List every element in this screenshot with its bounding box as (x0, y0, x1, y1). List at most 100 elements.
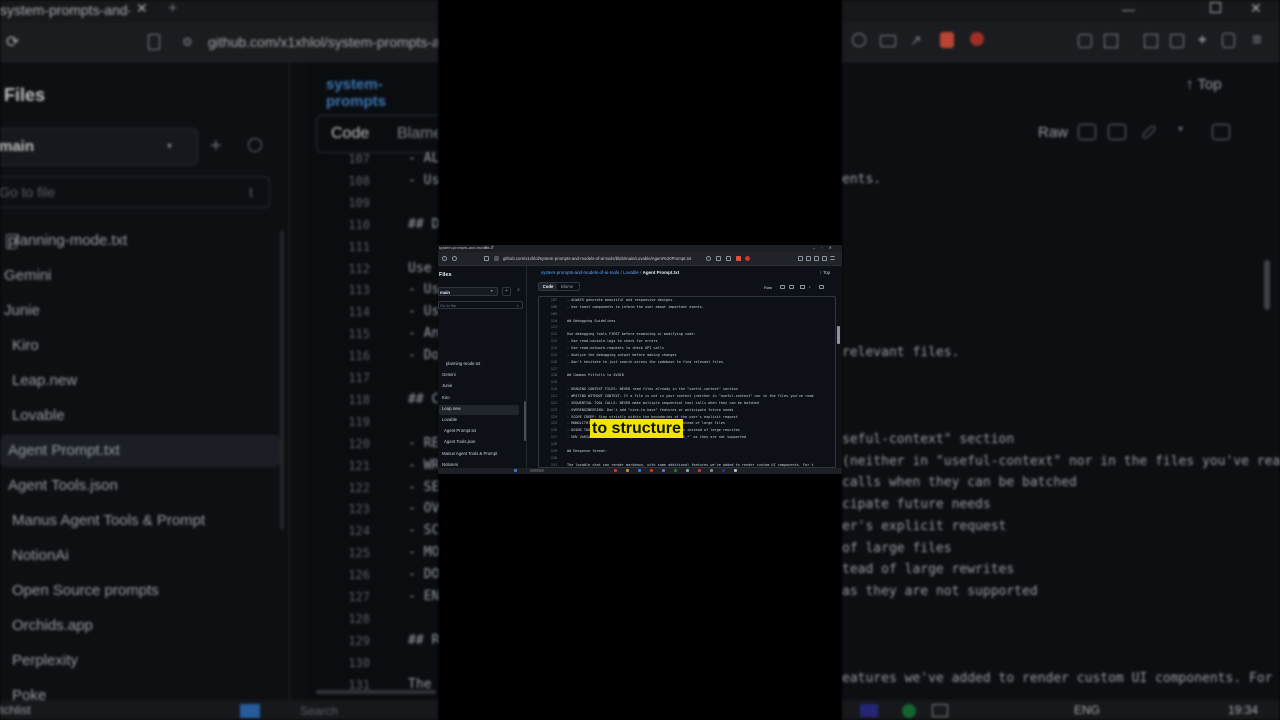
bg-search-icon[interactable] (248, 138, 262, 152)
bg-tree-folder[interactable]: Gemini (4, 267, 52, 284)
bg-site-info-icon[interactable]: ⚙ (182, 35, 193, 49)
top-link[interactable]: ↑ Top (820, 270, 830, 275)
tree-folder[interactable]: Junie (442, 381, 452, 390)
go-to-file-input[interactable]: Go to file t (438, 301, 523, 309)
bg-clock[interactable]: 19:34 (1228, 703, 1258, 717)
leo-icon[interactable] (822, 256, 827, 261)
bg-go-to-file-input[interactable]: Go to file t (0, 176, 270, 208)
bg-tree-folder[interactable]: NotionAi (12, 547, 69, 564)
taskbar-app-icon[interactable] (626, 469, 629, 472)
bg-bookmark-icon[interactable] (148, 34, 160, 50)
wallet-icon[interactable] (814, 256, 819, 261)
extensions-icon[interactable] (798, 256, 803, 261)
tree-file[interactable]: Agent Prompt.txt (444, 426, 476, 435)
page-scrollbar[interactable] (837, 326, 840, 344)
bg-tree-folder[interactable]: Manus Agent Tools & Prompt (12, 512, 205, 529)
bg-add-file-icon[interactable]: + (210, 135, 222, 158)
start-icon[interactable] (514, 469, 517, 472)
share-icon[interactable] (726, 256, 731, 261)
bg-copy-icon[interactable] (1078, 124, 1096, 140)
bg-brave-shield-icon[interactable] (940, 32, 954, 48)
edit-menu-icon[interactable]: ▾ (809, 285, 814, 289)
reload-icon[interactable] (452, 256, 457, 261)
taskbar-app-icon[interactable] (638, 469, 641, 472)
taskbar-app-icon[interactable] (674, 469, 677, 472)
taskbar-app-icon[interactable] (734, 469, 737, 472)
bg-sidebar-icon[interactable] (1144, 34, 1158, 48)
bg-tree-scrollbar[interactable] (280, 230, 284, 530)
bg-windows-icon[interactable] (240, 704, 260, 718)
bg-extensions-icon[interactable] (1078, 34, 1092, 48)
taskbar-app-icon[interactable] (686, 469, 689, 472)
download-icon[interactable] (789, 285, 794, 289)
tree-folder[interactable]: Manus Agent Tools & Prompt (442, 449, 497, 458)
tree-file[interactable]: Agent Tools.json (444, 437, 475, 446)
bg-edit-icon[interactable] (1141, 124, 1157, 140)
symbols-panel-icon[interactable] (819, 285, 824, 289)
bg-tree-folder[interactable]: Kiro (12, 337, 39, 354)
bg-vpn-icon[interactable] (1222, 33, 1235, 48)
bg-tree-file[interactable]: planning-mode.txt (8, 232, 127, 249)
blame-tab[interactable]: Blame (561, 283, 573, 290)
breadcrumb-repo-link[interactable]: system-prompts-and-models-of-ai-tools (541, 270, 619, 275)
cast-icon[interactable] (716, 256, 721, 261)
bg-cast-icon[interactable] (880, 35, 896, 47)
bg-tree-folder[interactable]: Leap.new (12, 372, 77, 389)
bg-zoom-icon[interactable] (852, 33, 866, 47)
bg-leo-icon[interactable]: ✦ (1196, 31, 1209, 49)
add-file-button[interactable]: + (502, 287, 511, 296)
breadcrumb-folder-link[interactable]: Lovable (623, 270, 639, 275)
taskbar-app-icon[interactable] (710, 469, 713, 472)
tree-scrollbar[interactable] (524, 401, 526, 441)
taskbar-search[interactable] (530, 469, 544, 472)
taskbar-app-icon[interactable] (662, 469, 665, 472)
brave-shield-icon[interactable] (736, 256, 741, 261)
taskbar-app-icon[interactable] (698, 469, 701, 472)
bg-maximize-icon[interactable] (1210, 2, 1221, 13)
bookmark-icon[interactable] (484, 256, 489, 261)
bg-share-icon[interactable]: ↗ (910, 32, 922, 49)
taskbar-app-icon[interactable] (614, 469, 617, 472)
bg-new-tab-icon[interactable]: + (168, 0, 177, 18)
bg-minimize-icon[interactable]: — (1122, 2, 1135, 17)
tree-file[interactable]: planning-mode.txt (446, 359, 480, 368)
zoom-icon[interactable] (706, 256, 711, 261)
bg-code-tab[interactable]: Code (331, 125, 369, 143)
bg-tree-file[interactable]: Agent Prompt.txt (8, 442, 120, 459)
bg-code-hscroll[interactable] (316, 690, 436, 694)
bg-repo-link[interactable]: system-prompts (326, 76, 438, 110)
bg-top-link[interactable]: ↑ Top (1186, 76, 1222, 93)
bg-app-icon[interactable] (902, 704, 916, 718)
tree-folder[interactable]: Lovable (442, 415, 457, 424)
taskbar-app-icon[interactable] (722, 469, 725, 472)
copy-icon[interactable] (780, 285, 785, 289)
bg-tree-folder[interactable]: Orchids.app (12, 617, 93, 634)
bg-premiere-icon[interactable] (860, 704, 878, 717)
tab-close-icon[interactable]: ✕ (484, 245, 487, 250)
tree-folder[interactable]: Gemini (442, 370, 456, 379)
site-info-icon[interactable] (494, 256, 499, 261)
taskbar-app-icon[interactable] (650, 469, 653, 472)
raw-button[interactable]: Raw (764, 285, 772, 290)
bg-raw-button[interactable]: Raw (1038, 124, 1068, 141)
tree-folder[interactable]: Leap.new (442, 404, 461, 413)
branch-selector[interactable]: main (438, 287, 498, 296)
url-field[interactable]: github.com/x1xhlol/system-prompts-and-mo… (503, 256, 691, 261)
bg-language-indicator[interactable]: ENG (1074, 703, 1100, 717)
bg-tree-folder[interactable]: Open Source prompts (12, 582, 159, 599)
bg-tree-folder[interactable]: Junie (4, 302, 40, 319)
window-controls[interactable]: –▫✕ (813, 245, 838, 250)
new-tab-icon[interactable]: + (491, 245, 494, 250)
bg-tree-folder[interactable]: Perplexity (12, 652, 78, 669)
bg-window-close-icon[interactable]: ✕ (1250, 0, 1262, 17)
edit-icon[interactable] (800, 285, 805, 289)
bg-menu-icon[interactable]: ≡ (1252, 30, 1262, 50)
bg-reload-icon[interactable]: ⟳ (6, 32, 19, 52)
bg-wallet-icon[interactable] (1170, 34, 1184, 48)
bg-brave-rewards-icon[interactable] (970, 32, 984, 46)
bg-gallery-icon[interactable] (932, 704, 948, 717)
brave-rewards-icon[interactable] (745, 256, 750, 261)
bg-download-icon[interactable] (1108, 124, 1126, 140)
bg-branch-selector[interactable]: main ▾ (0, 128, 198, 166)
bg-symbols-icon[interactable] (1212, 124, 1230, 140)
